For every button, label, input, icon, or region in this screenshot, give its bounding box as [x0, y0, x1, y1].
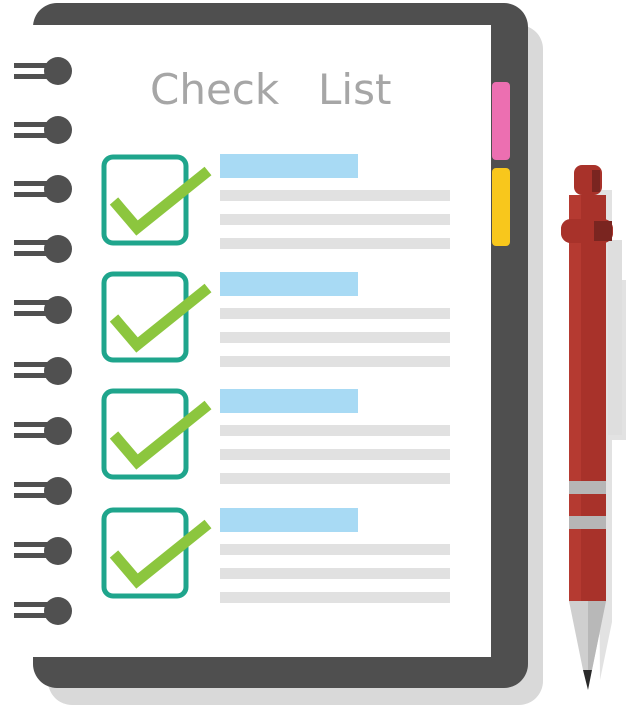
page-title-list: List [318, 65, 391, 114]
item-text-line [220, 190, 450, 201]
item-text-line [220, 473, 450, 484]
item-text-line [220, 592, 450, 603]
tab-pink-icon [492, 82, 510, 160]
item-heading-bar [220, 154, 358, 178]
item-heading-bar [220, 389, 358, 413]
tab-yellow-icon [492, 168, 510, 246]
item-text-line [220, 332, 450, 343]
pen-icon [561, 165, 626, 690]
page-title-check: Check [150, 65, 280, 114]
item-text-line [220, 356, 450, 367]
item-text-line [220, 449, 450, 460]
item-text-line [220, 544, 450, 555]
item-heading-bar [220, 272, 358, 296]
illustration-canvas: Check List [14, 3, 626, 705]
item-text-line [220, 568, 450, 579]
item-text-line [220, 214, 450, 225]
item-text-line [220, 238, 450, 249]
item-text-line [220, 425, 450, 436]
item-heading-bar [220, 508, 358, 532]
item-text-line [220, 308, 450, 319]
checklist-illustration: Check List [0, 0, 638, 709]
